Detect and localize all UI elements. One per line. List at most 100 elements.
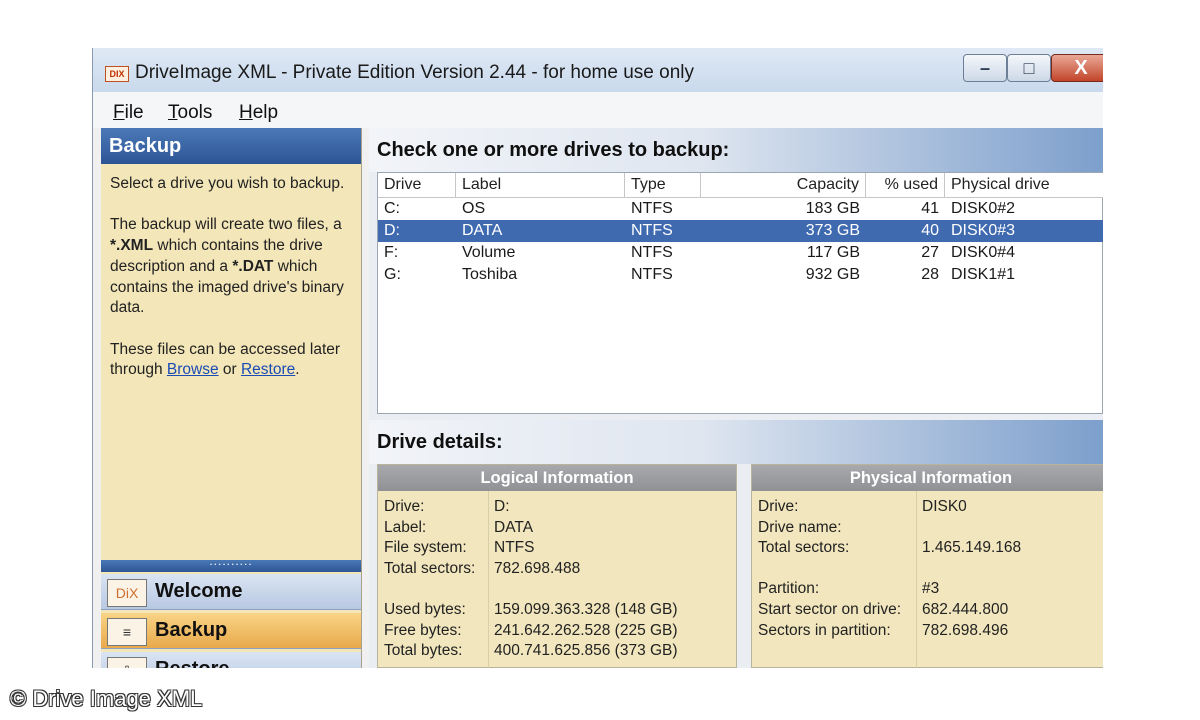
- drive-cell-physical: DISK0#3: [951, 222, 1016, 239]
- detail-line: 1.465.149.168: [922, 539, 1022, 557]
- nav-backup-button[interactable]: ≡ Backup: [101, 613, 361, 649]
- detail-line: [922, 518, 1021, 539]
- drive-cell-type: NTFS: [631, 200, 673, 217]
- drive-details: Logical Information Drive: Label: File sys…: [377, 464, 1103, 668]
- drive-cell-label: Toshiba: [462, 266, 518, 283]
- detail-line: [384, 579, 475, 600]
- logical-info-title: Logical Information: [378, 465, 736, 491]
- sidebar-help-text: Select a drive you wish to backup. The b…: [110, 175, 345, 379]
- drive-cell-physical: DISK1#1: [951, 266, 1016, 283]
- backup-icon: ≡: [107, 618, 147, 646]
- detail-line: Free bytes:: [384, 621, 462, 639]
- detail-line: 782.698.496: [922, 621, 1009, 639]
- detail-line: DATA: [494, 518, 534, 536]
- drive-cell-physical: DISK0#2: [951, 200, 1016, 217]
- detail-line: D:: [494, 498, 510, 515]
- drive-cell-drive: F:: [384, 244, 399, 261]
- column-physical-drive[interactable]: Physical drive: [945, 173, 1103, 197]
- image-credit: © Drive Image XML: [10, 686, 203, 711]
- physical-info-labels: Drive: Drive name: Total sectors: Partition…: [758, 497, 901, 641]
- detail-line: [494, 579, 678, 600]
- title-bar[interactable]: DIX DriveImage XML - Private Edition Ver…: [93, 48, 1103, 92]
- column-label[interactable]: Label: [456, 173, 625, 197]
- detail-line: Label:: [384, 518, 427, 536]
- detail-line: Drive:: [758, 498, 799, 515]
- detail-line: [922, 559, 1021, 580]
- sidebar-splitter[interactable]: ..........: [101, 554, 361, 572]
- logical-info-panel: Logical Information Drive: Label: File sys…: [377, 464, 737, 668]
- drive-cell-used: 28: [921, 266, 939, 283]
- drive-cell-capacity: 117 GB: [806, 244, 860, 261]
- minimize-icon: –: [979, 58, 990, 78]
- detail-line: Used bytes:: [384, 600, 466, 618]
- drive-list-header: Drive Label Type Capacity % used Physica…: [378, 173, 1103, 198]
- detail-line: Total sectors:: [384, 559, 476, 577]
- drive-cell-capacity: 373 GB: [805, 222, 860, 239]
- drive-row[interactable]: G: Toshiba NTFS 932 GB 28 DISK1#1: [378, 264, 1103, 286]
- detail-line: Drive name:: [758, 518, 842, 536]
- drive-cell-drive: C:: [384, 200, 400, 217]
- drive-row[interactable]: F: Volume NTFS 117 GB 27 DISK0#4: [378, 242, 1103, 264]
- minimize-button[interactable]: –: [963, 54, 1007, 82]
- details-heading: Drive details:: [369, 420, 1103, 464]
- detail-line: DISK0: [922, 498, 967, 515]
- detail-line: 159.099.363.328 (148 GB): [494, 600, 678, 618]
- column-type[interactable]: Type: [625, 173, 701, 197]
- nav-restore-button[interactable]: ⇩ Restore: [101, 652, 361, 668]
- drive-cell-label: DATA: [462, 222, 503, 239]
- physical-info-title: Physical Information: [752, 465, 1103, 491]
- menu-help[interactable]: Help: [239, 102, 278, 124]
- menu-tools[interactable]: Tools: [168, 102, 212, 124]
- app-window: DIX DriveImage XML - Private Edition Ver…: [92, 48, 1103, 668]
- menu-file[interactable]: File: [113, 102, 144, 124]
- column-drive[interactable]: Drive: [378, 173, 456, 197]
- detail-line: [758, 559, 901, 580]
- nav-welcome-button[interactable]: DiX Welcome: [101, 574, 361, 610]
- detail-line: Sectors in partition:: [758, 621, 891, 639]
- drive-cell-label: Volume: [462, 244, 516, 261]
- window-title: DriveImage XML - Private Edition Version…: [135, 62, 694, 83]
- browse-link[interactable]: Browse: [167, 361, 219, 378]
- drives-heading: Check one or more drives to backup:: [369, 128, 1103, 172]
- detail-line: 241.642.262.528 (225 GB): [494, 621, 678, 639]
- maximize-icon: □: [1023, 58, 1035, 78]
- sidebar: Backup Select a drive you wish to backup…: [101, 128, 362, 668]
- close-button[interactable]: X: [1051, 54, 1103, 82]
- drive-cell-used: 40: [921, 222, 939, 239]
- drive-row[interactable]: D: DATA NTFS 373 GB 40 DISK0#3: [378, 220, 1103, 242]
- logical-info-labels: Drive: Label: File system: Total sectors: Us…: [384, 497, 475, 662]
- drive-cell-capacity: 183 GB: [805, 200, 860, 217]
- logical-info-values: D: DATA NTFS 782.698.488 159.099.363.328 (14…: [494, 497, 678, 662]
- drive-cell-capacity: 932 GB: [805, 266, 860, 283]
- menu-bar: File Tools Help: [93, 92, 1103, 128]
- restore-link[interactable]: Restore: [241, 361, 295, 378]
- maximize-button[interactable]: □: [1007, 54, 1051, 82]
- drive-cell-used: 41: [921, 200, 939, 217]
- detail-line: Total sectors:: [758, 539, 850, 557]
- drive-cell-drive: G:: [384, 266, 401, 283]
- detail-line: 782.698.488: [494, 559, 581, 577]
- detail-line: File system:: [384, 539, 467, 557]
- column-capacity[interactable]: Capacity: [701, 173, 866, 197]
- drive-cell-type: NTFS: [631, 244, 673, 261]
- drive-list[interactable]: Drive Label Type Capacity % used Physica…: [377, 172, 1103, 414]
- physical-info-values: DISK0 1.465.149.168 #3 682.444.800 782.698.4…: [922, 497, 1021, 641]
- drive-row[interactable]: C: OS NTFS 183 GB 41 DISK0#2: [378, 198, 1103, 220]
- detail-line: Start sector on drive:: [758, 600, 902, 618]
- restore-icon: ⇩: [107, 657, 147, 668]
- column-percent-used[interactable]: % used: [866, 173, 945, 197]
- detail-line: Drive:: [384, 498, 425, 515]
- physical-info-panel: Physical Information Drive: Drive name: To…: [751, 464, 1103, 668]
- drive-cell-type: NTFS: [631, 222, 673, 239]
- detail-line: NTFS: [494, 539, 535, 557]
- detail-line: 682.444.800: [922, 600, 1009, 618]
- sidebar-header: Backup: [101, 128, 361, 164]
- drive-cell-type: NTFS: [631, 266, 673, 283]
- drive-cell-used: 27: [921, 244, 939, 261]
- main-panel: Check one or more drives to backup: Driv…: [369, 128, 1103, 668]
- drive-cell-drive: D:: [384, 222, 400, 239]
- app-icon: DIX: [105, 66, 129, 82]
- drive-cell-label: OS: [462, 200, 486, 217]
- detail-line: Partition:: [758, 580, 820, 598]
- close-icon: X: [1074, 57, 1088, 79]
